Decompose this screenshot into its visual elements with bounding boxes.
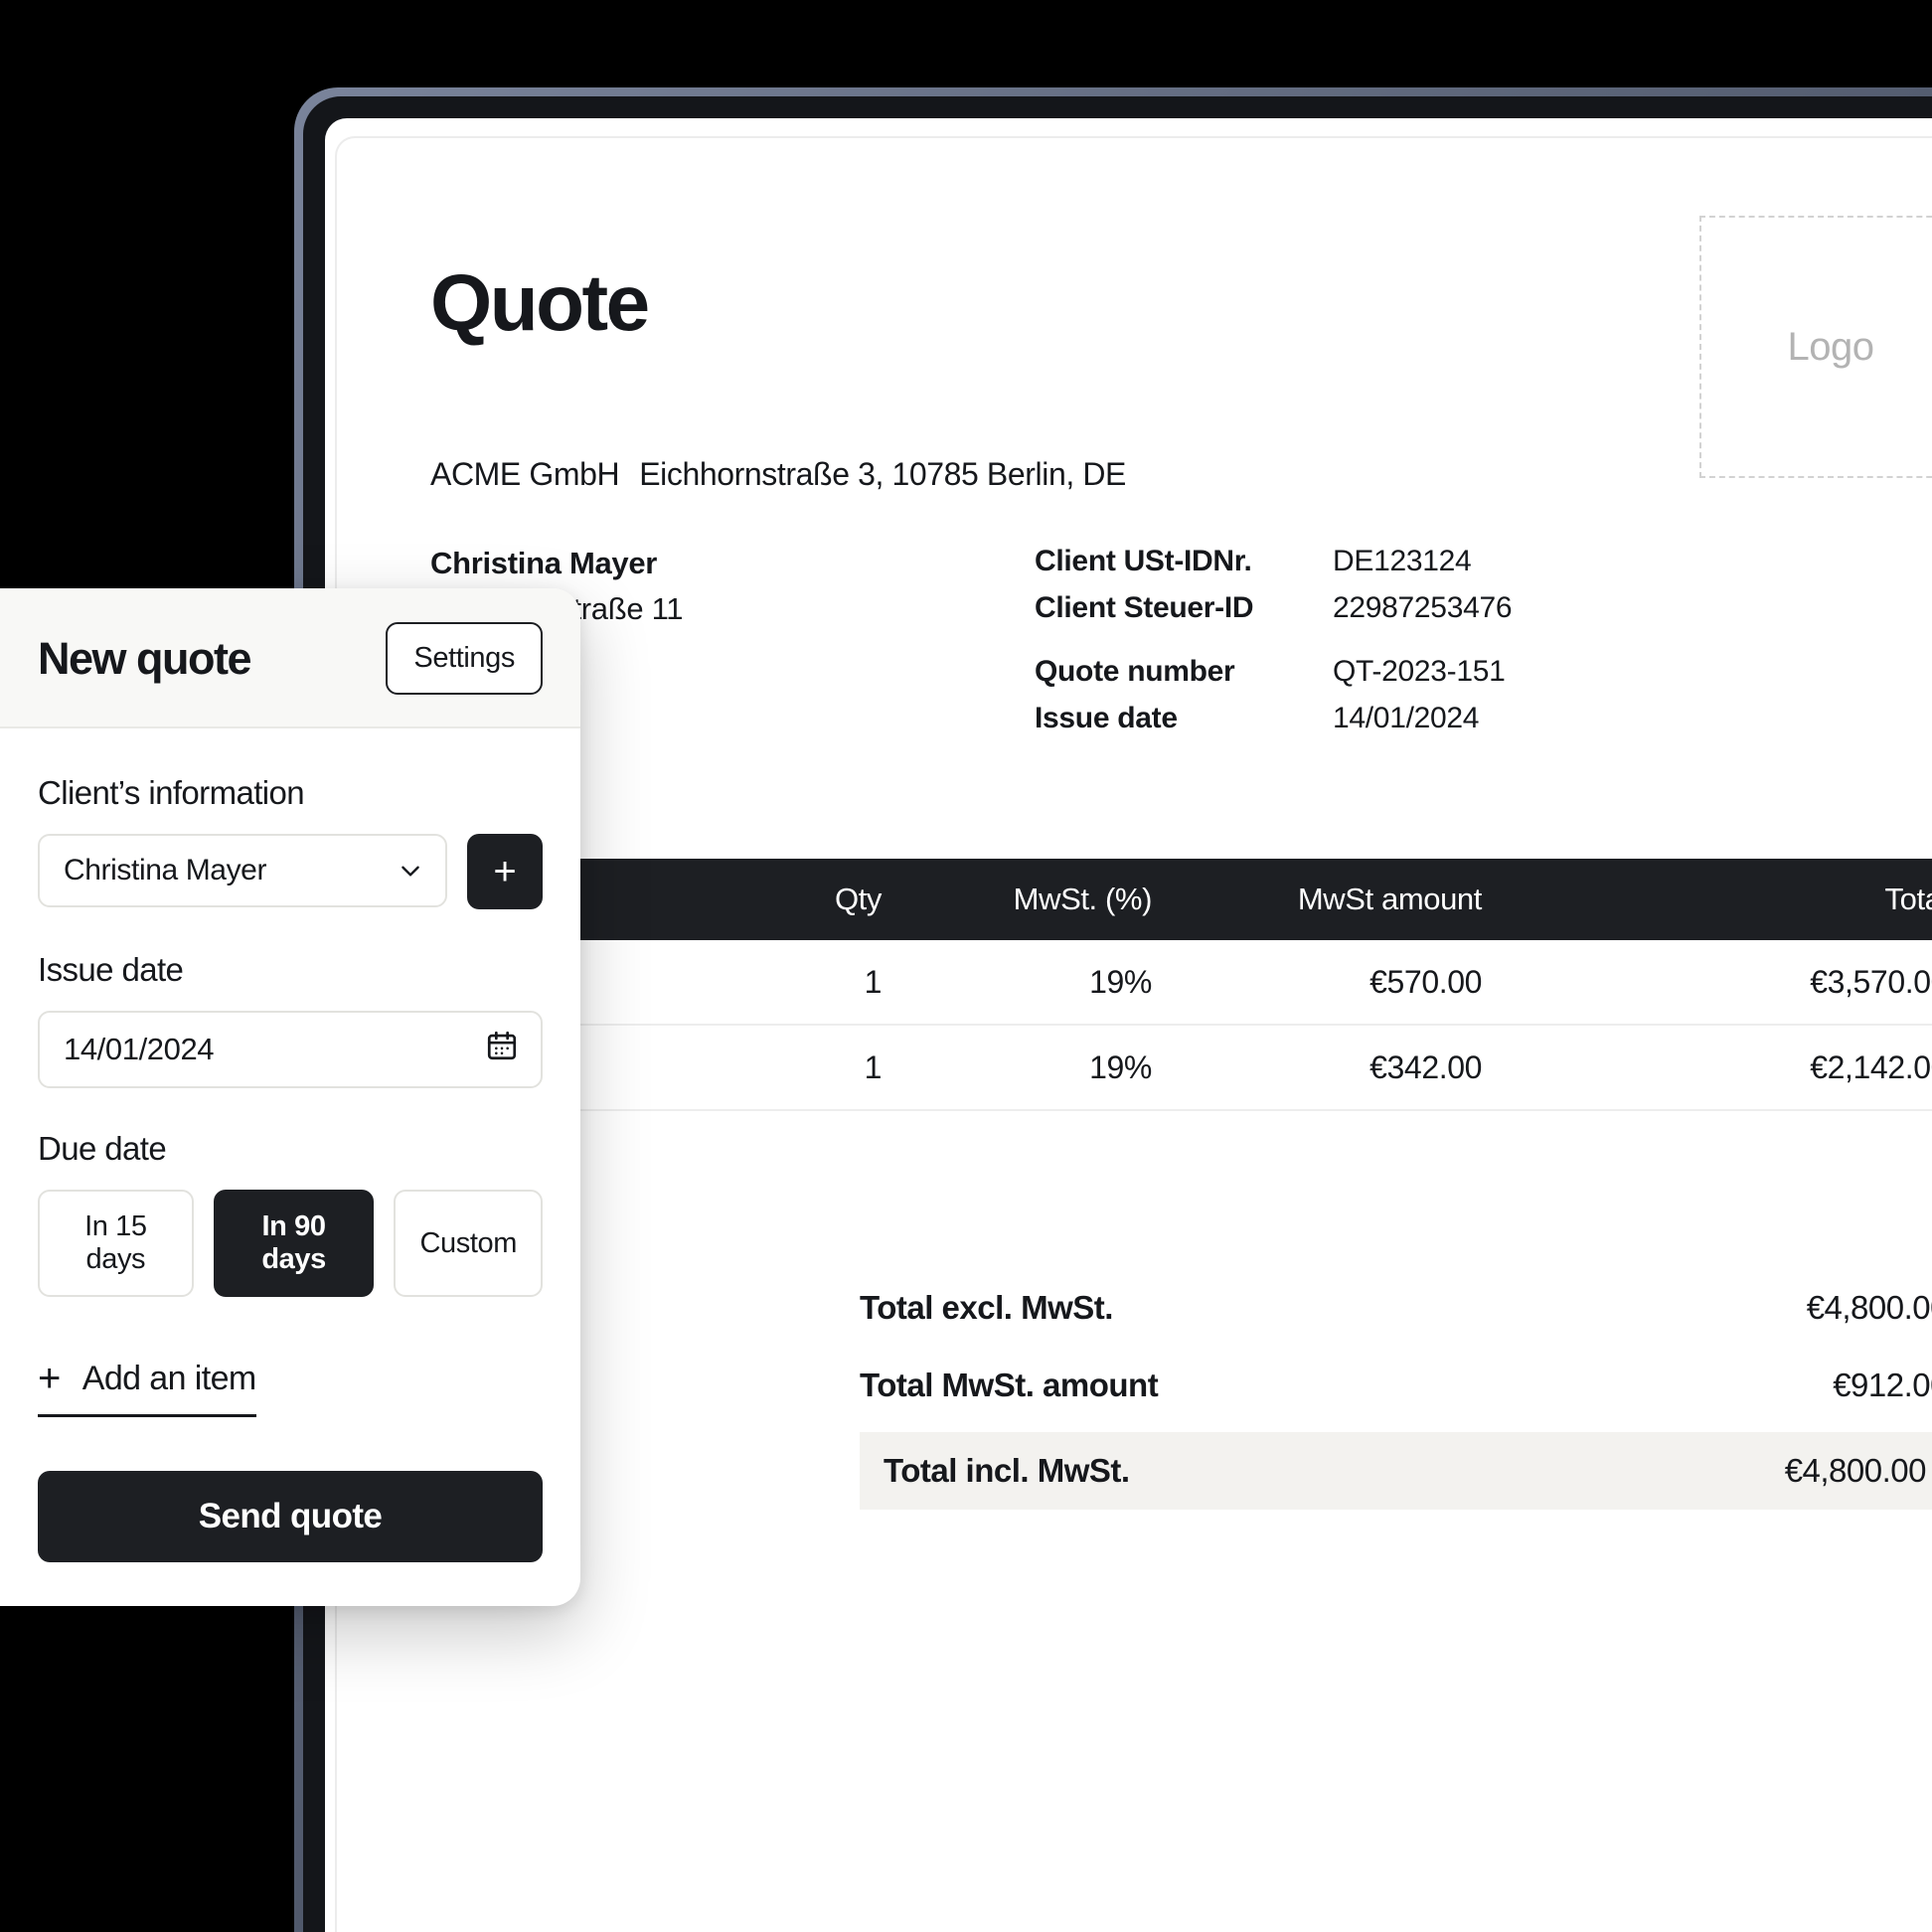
meta-row: Client Steuer-ID 22987253476 [1035, 585, 1513, 632]
meta-group-client-ids: Client USt-IDNr. DE123124 Client Steuer-… [1035, 539, 1513, 632]
cell-qty: 1 [864, 1048, 883, 1085]
page-title: Quote [430, 258, 650, 347]
issue-date-label: Issue date [38, 951, 184, 988]
total-row-incl-vat: Total incl. MwSt. €4,800.00 [860, 1432, 1932, 1510]
meta-value: DE123124 [1333, 545, 1472, 577]
column-header-vat-rate: MwSt. (%) [1013, 882, 1153, 916]
due-date-option-15-days[interactable]: In 15 days [38, 1190, 194, 1297]
meta-value: QT-2023-151 [1333, 655, 1506, 688]
cell-vat-amount: €570.00 [1369, 963, 1482, 1000]
meta-label: Quote number [1035, 655, 1235, 688]
total-row-excl-vat: Total excl. MwSt. €4,800.00 [860, 1269, 1932, 1347]
cell-total: €2,142.00 [1810, 1048, 1932, 1085]
logo-placeholder[interactable]: Logo [1699, 216, 1932, 478]
column-header-vat-amount: MwSt amount [1297, 882, 1483, 916]
quote-meta-block: Client USt-IDNr. DE123124 Client Steuer-… [1035, 539, 1513, 759]
calendar-icon[interactable] [485, 1029, 519, 1070]
panel-body: Client’s information Christina Mayer + I… [0, 728, 580, 1606]
meta-row: Client USt-IDNr. DE123124 [1035, 539, 1512, 585]
add-item-button[interactable]: + Add an item [38, 1359, 256, 1417]
total-value: €912.00 [1833, 1367, 1932, 1403]
client-select-row: Christina Mayer + [38, 834, 543, 909]
table-header-row: Qty MwSt. (%) MwSt amount Total [430, 859, 1932, 940]
line-items-table: Qty MwSt. (%) MwSt amount Total 1 19% €5… [430, 859, 1932, 1111]
panel-header: New quote Settings [0, 588, 580, 728]
due-date-label: Due date [38, 1130, 167, 1167]
due-date-options: In 15 days In 90 days Custom [38, 1190, 543, 1297]
logo-placeholder-label: Logo [1787, 324, 1874, 369]
total-label: Total MwSt. amount [860, 1367, 1159, 1403]
add-item-label: Add an item [81, 1359, 256, 1397]
due-date-option-custom[interactable]: Custom [394, 1190, 543, 1297]
cell-qty: 1 [864, 963, 883, 1000]
total-label: Total incl. MwSt. [884, 1452, 1130, 1489]
total-value: €4,800.00 [1784, 1452, 1927, 1489]
due-date-option-90-days[interactable]: In 90 days [213, 1190, 375, 1297]
meta-label: Client USt-IDNr. [1035, 545, 1252, 577]
panel-title: New quote [38, 632, 252, 684]
issue-date-input[interactable]: 14/01/2024 [38, 1011, 543, 1088]
total-label: Total excl. MwSt. [860, 1289, 1113, 1326]
total-value: €4,800.00 [1806, 1289, 1932, 1326]
column-header-qty: Qty [834, 882, 882, 916]
company-address: Eichhornstraße 3, 10785 Berlin, DE [639, 456, 1126, 492]
cell-total: €3,570.00 [1810, 963, 1932, 1000]
table-row: 1 19% €342.00 €2,142.00 [430, 1026, 1932, 1111]
column-header-total: Total [1884, 882, 1932, 916]
meta-row: Issue date 14/01/2024 [1035, 696, 1512, 742]
meta-value: 22987253476 [1333, 590, 1513, 624]
screenshot-stage: Quote Logo ACME GmbH Eichhornstraße 3, 10… [0, 0, 1932, 1932]
company-name: ACME GmbH [430, 456, 620, 492]
new-quote-panel: New quote Settings Client’s information … [0, 588, 580, 1606]
company-line: ACME GmbH Eichhornstraße 3, 10785 Berlin,… [430, 456, 1126, 493]
chevron-down-icon [398, 858, 423, 884]
client-select-value: Christina Mayer [64, 854, 267, 886]
add-client-button[interactable]: + [467, 834, 543, 909]
issue-date-value: 14/01/2024 [64, 1032, 215, 1066]
settings-button[interactable]: Settings [386, 622, 543, 695]
meta-label: Client Steuer-ID [1035, 590, 1254, 624]
meta-row: Quote number QT-2023-151 [1035, 649, 1512, 696]
table-row: 1 19% €570.00 €3,570.00 [430, 940, 1932, 1026]
client-name: Christina Mayer [430, 546, 658, 580]
cell-vat-rate: 19% [1089, 1048, 1152, 1085]
plus-icon: + [38, 1357, 61, 1400]
cell-vat-amount: €342.00 [1369, 1048, 1482, 1085]
cell-vat-rate: 19% [1089, 963, 1152, 1000]
meta-label: Issue date [1035, 701, 1178, 734]
client-select[interactable]: Christina Mayer [38, 834, 447, 907]
meta-group-quote-info: Quote number QT-2023-151 Issue date 14/0… [1035, 649, 1512, 741]
totals-section: Total excl. MwSt. €4,800.00 Total MwSt. … [860, 1269, 1932, 1510]
meta-value: 14/01/2024 [1333, 701, 1480, 734]
total-row-vat-amount: Total MwSt. amount €912.00 [860, 1347, 1932, 1424]
send-quote-button[interactable]: Send quote [38, 1471, 543, 1562]
client-information-label: Client’s information [38, 774, 305, 811]
